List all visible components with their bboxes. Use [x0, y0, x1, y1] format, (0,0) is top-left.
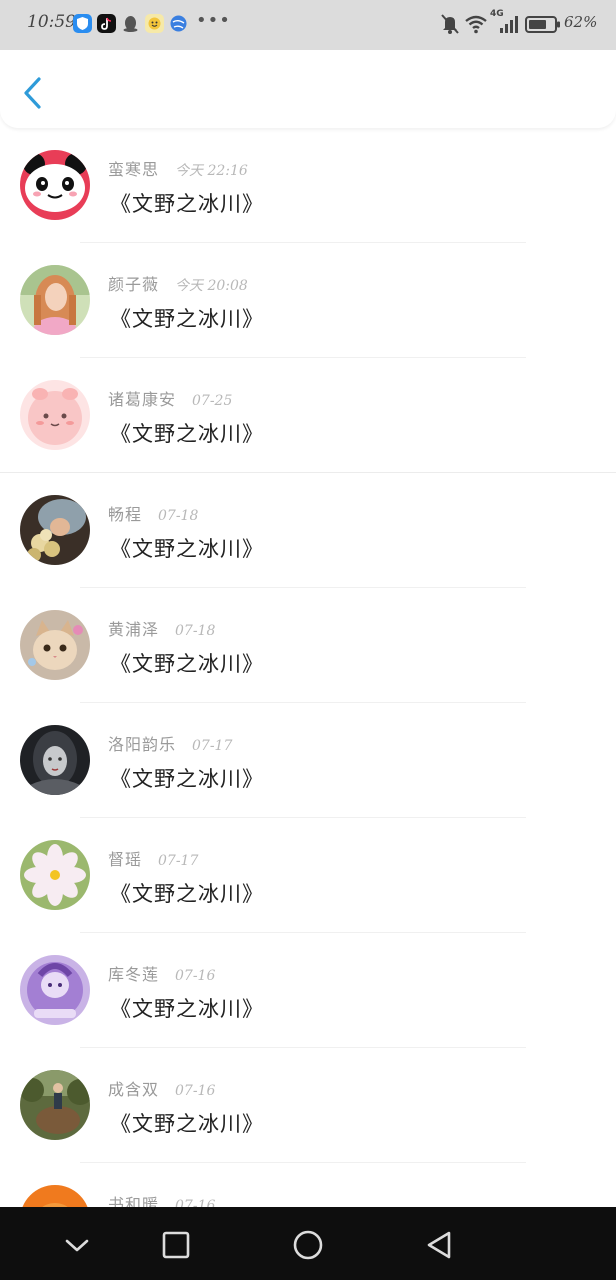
item-title[interactable]: 《文野之冰川》 — [110, 648, 264, 678]
author-name[interactable]: 诸葛康安 — [108, 390, 176, 409]
list-item[interactable]: 成含双 07-16 《文野之冰川》 — [0, 1048, 616, 1163]
post-time: 今天 20:08 — [175, 278, 248, 294]
wifi-icon — [464, 13, 488, 35]
avatar[interactable] — [20, 610, 90, 680]
more-notifications-icon: ••• — [196, 10, 231, 31]
post-time: 07-18 — [158, 508, 199, 524]
list-item[interactable]: 颜子薇 今天 20:08 《文野之冰川》 — [0, 243, 616, 358]
avatar[interactable] — [20, 265, 90, 335]
avatar[interactable] — [20, 955, 90, 1025]
smiley-app-icon — [145, 14, 164, 33]
recents-button[interactable] — [156, 1225, 196, 1265]
item-meta: 蛮寒思 今天 22:16 — [108, 156, 248, 180]
item-title[interactable]: 《文野之冰川》 — [110, 1108, 264, 1138]
chevron-down-icon — [65, 1239, 89, 1252]
author-name[interactable]: 督瑶 — [108, 850, 142, 869]
item-title[interactable]: 《文野之冰川》 — [110, 533, 264, 563]
list-item[interactable]: 诸葛康安 07-25 《文野之冰川》 — [0, 358, 616, 473]
status-bar: 10:59 ••• 4G 62% — [0, 0, 616, 50]
item-title[interactable]: 《文野之冰川》 — [110, 418, 264, 448]
author-name[interactable]: 黄浦泽 — [108, 620, 159, 639]
battery-percent: 62% — [564, 13, 598, 31]
system-back-button[interactable] — [420, 1225, 460, 1265]
back-button[interactable] — [20, 76, 48, 110]
item-title[interactable]: 《文野之冰川》 — [110, 763, 264, 793]
signal-icon: 4G — [490, 9, 520, 35]
item-title[interactable]: 《文野之冰川》 — [110, 303, 264, 333]
item-meta: 诸葛康安 07-25 — [108, 386, 232, 410]
author-name[interactable]: 库冬莲 — [108, 965, 159, 984]
item-meta: 黄浦泽 07-18 — [108, 616, 215, 640]
list-item[interactable]: 黄浦泽 07-18 《文野之冰川》 — [0, 588, 616, 703]
item-title[interactable]: 《文野之冰川》 — [110, 993, 264, 1023]
flowers-photo-avatar — [20, 495, 90, 565]
author-name[interactable]: 畅程 — [108, 505, 142, 524]
avatar[interactable] — [20, 725, 90, 795]
post-time: 今天 22:16 — [175, 163, 248, 179]
system-nav-bar — [0, 1207, 616, 1280]
item-meta: 颜子薇 今天 20:08 — [108, 271, 248, 295]
status-time: 10:59 — [27, 12, 76, 32]
item-meta: 畅程 07-18 — [108, 501, 198, 525]
panda-cartoon-avatar — [20, 150, 90, 220]
square-recents-icon — [162, 1231, 190, 1259]
avatar[interactable] — [20, 380, 90, 450]
battery-icon — [525, 13, 561, 35]
item-meta: 成含双 07-16 — [108, 1076, 215, 1100]
avatar[interactable] — [20, 150, 90, 220]
list-item[interactable]: 畅程 07-18 《文野之冰川》 — [0, 473, 616, 588]
shield-app-icon — [73, 14, 92, 33]
author-name[interactable]: 洛阳韵乐 — [108, 735, 176, 754]
item-meta: 督瑶 07-17 — [108, 846, 198, 870]
list-item[interactable]: 洛阳韵乐 07-17 《文野之冰川》 — [0, 703, 616, 818]
author-name[interactable]: 蛮寒思 — [108, 160, 159, 179]
avatar[interactable] — [20, 495, 90, 565]
triangle-back-icon — [427, 1231, 451, 1259]
hide-keyboard-button[interactable] — [57, 1225, 97, 1265]
pink-blob-avatar — [20, 380, 90, 450]
home-button[interactable] — [288, 1225, 328, 1265]
post-time: 07-18 — [175, 623, 216, 639]
purple-cartoon-avatar — [20, 955, 90, 1025]
tiktok-app-icon — [97, 14, 116, 33]
author-name[interactable]: 颜子薇 — [108, 275, 159, 294]
globe-app-icon — [169, 14, 188, 33]
kitten-avatar — [20, 610, 90, 680]
avatar[interactable] — [20, 1070, 90, 1140]
dark-girl-avatar — [20, 725, 90, 795]
post-time: 07-25 — [192, 393, 233, 409]
post-time: 07-17 — [158, 853, 199, 869]
qq-app-icon — [121, 14, 140, 33]
item-title[interactable]: 《文野之冰川》 — [110, 188, 264, 218]
list-item[interactable]: 库冬莲 07-16 《文野之冰川》 — [0, 933, 616, 1048]
nav-header — [0, 50, 616, 128]
avatar[interactable] — [20, 840, 90, 910]
chevron-left-icon — [24, 77, 41, 109]
mute-bell-icon — [440, 13, 460, 35]
item-meta: 洛阳韵乐 07-17 — [108, 731, 232, 755]
author-name[interactable]: 成含双 — [108, 1080, 159, 1099]
circle-home-icon — [293, 1230, 323, 1260]
list-item[interactable]: 督瑶 07-17 《文野之冰川》 — [0, 818, 616, 933]
post-time: 07-16 — [175, 1083, 216, 1099]
forest-person-avatar — [20, 1070, 90, 1140]
girl-photo-avatar — [20, 265, 90, 335]
item-title[interactable]: 《文野之冰川》 — [110, 878, 264, 908]
cosmos-flower-avatar — [20, 840, 90, 910]
post-time: 07-16 — [175, 968, 216, 984]
post-time: 07-17 — [192, 738, 233, 754]
list-item[interactable]: 蛮寒思 今天 22:16 《文野之冰川》 — [0, 128, 616, 243]
item-meta: 库冬莲 07-16 — [108, 961, 215, 985]
